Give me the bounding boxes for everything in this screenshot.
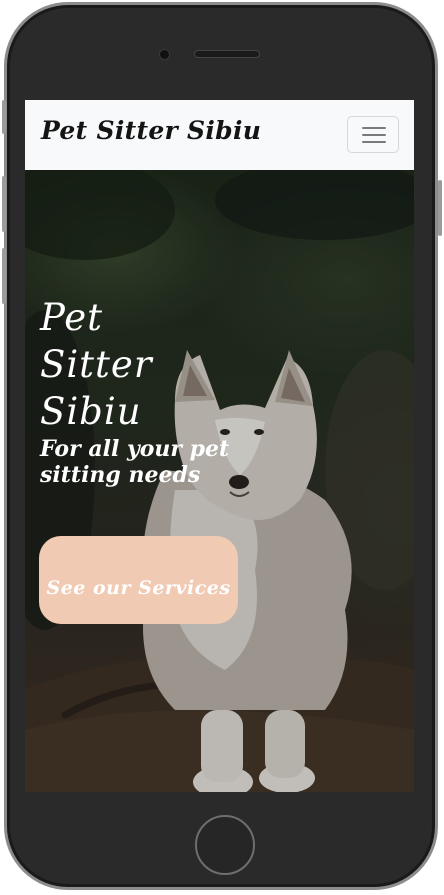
navbar: Pet Sitter Sibiu (25, 100, 414, 170)
see-services-button[interactable]: See our Services (39, 536, 238, 624)
volume-down-button (2, 248, 6, 304)
front-camera (159, 49, 170, 60)
app-screen: Pet Sitter Sibiu Pet Sitter Sibiu For al… (25, 100, 414, 792)
earpiece-speaker (194, 50, 260, 58)
home-button[interactable] (195, 815, 255, 875)
power-button (438, 180, 442, 236)
hero-subtitle: For all your pet sitting needs (40, 436, 230, 488)
hero-title: Pet Sitter Sibiu (40, 296, 153, 433)
hero-section: Pet Sitter Sibiu For all your pet sittin… (25, 170, 414, 792)
navbar-toggler-button[interactable] (347, 116, 399, 153)
volume-up-button (2, 176, 6, 232)
brand-logo[interactable]: Pet Sitter Sibiu (41, 116, 261, 145)
mute-switch (2, 100, 6, 134)
